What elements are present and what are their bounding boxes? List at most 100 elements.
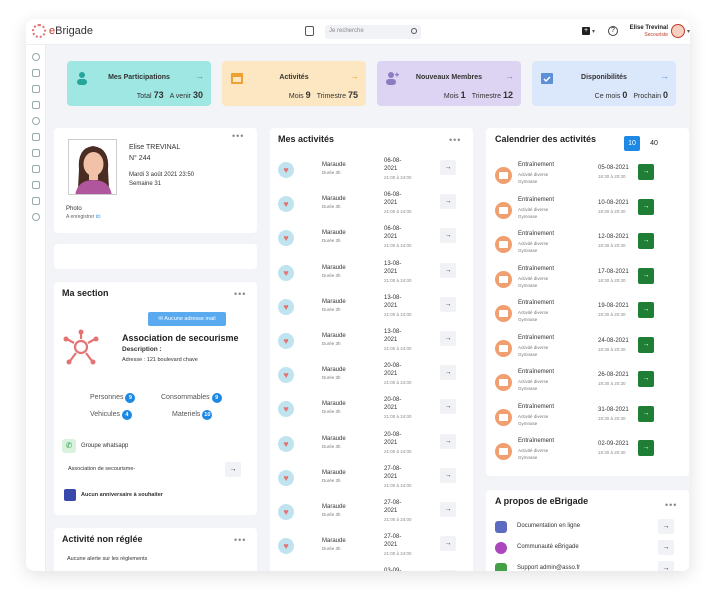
event-open-button[interactable]: → bbox=[638, 440, 654, 456]
activity-row[interactable]: ♥ Maraude Durée 3h 06-08-2021 21:00 à 24:00 → bbox=[278, 191, 460, 221]
sidebar-events-icon[interactable] bbox=[32, 85, 40, 93]
calendar-row[interactable]: Entraînement Activité diverse Gymnase 24-08… bbox=[495, 335, 679, 369]
about-item-documentation[interactable]: Documentation en ligne → bbox=[495, 519, 679, 537]
add-icon[interactable]: + bbox=[582, 27, 590, 35]
activity-open-button[interactable]: → bbox=[440, 262, 456, 278]
help-icon[interactable]: ? bbox=[608, 26, 618, 36]
arrow-right-icon[interactable]: → bbox=[505, 71, 514, 81]
page-size-40-button[interactable]: 40 bbox=[646, 136, 662, 151]
about-item-support[interactable]: Support admin@asso.fr → bbox=[495, 561, 679, 571]
arrow-right-icon[interactable]: → bbox=[195, 71, 204, 81]
calendar-row[interactable]: Entraînement Activité diverse Gymnase 31-08… bbox=[495, 404, 679, 438]
activity-row[interactable]: ♥ Maraude Durée 3h 20-08-2021 21:00 à 24:00 → bbox=[278, 396, 460, 426]
activity-row[interactable]: ♥ Maraude Durée 3h 27-08-2021 21:00 à 24:00 → bbox=[278, 465, 460, 495]
sidebar-mail-icon[interactable] bbox=[32, 165, 40, 173]
more-options-icon[interactable]: ••• bbox=[234, 289, 246, 299]
calendar-row[interactable]: Entraînement Activité diverse Gymnase 05-08… bbox=[495, 162, 679, 196]
arrow-right-icon[interactable]: → bbox=[658, 561, 674, 571]
sidebar-target-icon[interactable] bbox=[32, 117, 40, 125]
calendar-row[interactable]: Entraînement Activité diverse Gymnase 19-08… bbox=[495, 300, 679, 334]
count-materials[interactable]: Materiels 10 bbox=[172, 410, 213, 420]
calendar-row[interactable]: Entraînement Activité diverse Gymnase 17-08… bbox=[495, 266, 679, 300]
user-menu-chevron-icon[interactable]: ▾ bbox=[687, 28, 690, 35]
sidebar-document-icon[interactable] bbox=[32, 149, 40, 157]
sidebar-calendar-icon[interactable] bbox=[32, 69, 40, 77]
search-icon[interactable] bbox=[411, 28, 417, 34]
no-email-button[interactable]: ✉ Aucune adresse mail bbox=[148, 312, 226, 326]
activity-row[interactable]: ♥ Maraude Durée 3h 27-08-2021 21:00 à 24:00 → bbox=[278, 533, 460, 563]
calendar-row[interactable]: Entraînement Activité diverse Gymnase 02-09… bbox=[495, 438, 679, 472]
whatsapp-link[interactable]: Groupe whatsapp bbox=[81, 443, 128, 449]
about-item-community[interactable]: Communauté eBrigade → bbox=[495, 540, 679, 558]
calendar-row[interactable]: Entraînement Activité diverse Gymnase 26-08… bbox=[495, 369, 679, 403]
activity-row[interactable]: ♥ Maraude Durée 3h 13-08-2021 21:00 à 24:00 → bbox=[278, 294, 460, 324]
calendar-icon[interactable] bbox=[305, 26, 314, 36]
user-avatar[interactable] bbox=[671, 24, 685, 38]
activity-open-button[interactable]: → bbox=[440, 570, 456, 571]
association-link-button[interactable]: → bbox=[225, 462, 241, 477]
stat-card-new-members[interactable]: Nouveaux Membres → Mois 1 Trimestre 12 bbox=[377, 61, 521, 106]
heart-icon: ♥ bbox=[278, 504, 294, 520]
search-input[interactable]: Je recherche bbox=[325, 25, 421, 39]
stat-card-availability[interactable]: Disponibilités → Ce mois 0 Prochain 0 bbox=[532, 61, 676, 106]
activity-open-button[interactable]: → bbox=[440, 296, 456, 312]
activity-open-button[interactable]: → bbox=[440, 331, 456, 346]
stat-card-participations[interactable]: Mes Participations → Total 73 A venir 30 bbox=[67, 61, 211, 106]
activity-open-button[interactable]: → bbox=[440, 536, 456, 552]
calendar-row[interactable]: Entraînement Activité diverse Gymnase 12-08… bbox=[495, 231, 679, 265]
sidebar-truck-icon[interactable] bbox=[32, 197, 40, 205]
count-consumables[interactable]: Consommables 9 bbox=[161, 393, 222, 403]
event-open-button[interactable]: → bbox=[638, 233, 654, 249]
event-time: 18:30 à 20:30 bbox=[598, 415, 626, 421]
sidebar-list-icon[interactable] bbox=[32, 181, 40, 189]
more-options-icon[interactable]: ••• bbox=[232, 131, 244, 141]
photo-upload-link[interactable]: ici bbox=[96, 214, 101, 220]
arrow-right-icon[interactable]: → bbox=[658, 540, 674, 555]
activity-open-button[interactable]: → bbox=[440, 467, 456, 483]
activity-name: Maraude bbox=[322, 298, 346, 305]
activity-open-button[interactable]: → bbox=[440, 502, 456, 517]
app-logo[interactable]: eBrigade bbox=[32, 24, 93, 38]
activity-open-button[interactable]: → bbox=[440, 399, 456, 415]
activity-open-button[interactable]: → bbox=[440, 160, 456, 175]
chevron-down-icon[interactable]: ▾ bbox=[592, 28, 595, 35]
activity-row[interactable]: ♥MaraudeDurée 3h03-09-202121:00 à 24:00→ bbox=[278, 567, 460, 571]
event-open-button[interactable]: → bbox=[638, 198, 654, 215]
event-open-button[interactable]: → bbox=[638, 371, 654, 387]
arrow-right-icon[interactable]: → bbox=[350, 71, 359, 81]
sidebar-shield-icon[interactable] bbox=[32, 101, 40, 109]
event-open-button[interactable]: → bbox=[638, 267, 654, 284]
whatsapp-icon[interactable]: ✆ bbox=[62, 439, 76, 453]
arrow-right-icon[interactable]: → bbox=[658, 519, 674, 534]
activity-row[interactable]: ♥ Maraude Durée 3h 20-08-2021 21:00 à 24:00 → bbox=[278, 431, 460, 461]
count-persons[interactable]: Personnes 9 bbox=[90, 393, 136, 403]
activity-row[interactable]: ♥ Maraude Durée 3h 06-08-2021 21:00 à 24:00 → bbox=[278, 157, 460, 187]
activity-open-button[interactable]: → bbox=[440, 194, 456, 210]
event-open-button[interactable]: → bbox=[638, 336, 654, 353]
activity-open-button[interactable]: → bbox=[440, 433, 456, 449]
more-options-icon[interactable]: ••• bbox=[234, 535, 246, 545]
more-options-icon[interactable]: ••• bbox=[665, 500, 677, 510]
calendar-row[interactable]: Entraînement Activité diverse Gymnase 10-08… bbox=[495, 197, 679, 231]
more-options-icon[interactable]: ••• bbox=[449, 135, 461, 145]
arrow-right-icon[interactable]: → bbox=[660, 71, 669, 81]
activity-open-button[interactable]: → bbox=[440, 228, 456, 244]
activity-row[interactable]: ♥ Maraude Durée 3h 13-08-2021 21:00 à 24:00 → bbox=[278, 260, 460, 290]
activity-row[interactable]: ♥ Maraude Durée 3h 06-08-2021 21:00 à 24:00 → bbox=[278, 225, 460, 255]
sidebar-gear-icon[interactable] bbox=[32, 213, 40, 221]
heart-icon: ♥ bbox=[278, 435, 294, 452]
event-open-button[interactable]: → bbox=[638, 302, 654, 318]
stat-card-activities[interactable]: Activités → Mois 9 Trimestre 75 bbox=[222, 61, 366, 106]
activity-row[interactable]: ♥ Maraude Durée 3h 13-08-2021 21:00 à 24:00 → bbox=[278, 328, 460, 358]
event-open-button[interactable]: → bbox=[638, 405, 654, 422]
activity-duration: Durée 3h bbox=[322, 306, 341, 312]
count-vehicles[interactable]: Vehicules 4 bbox=[90, 410, 132, 420]
event-open-button[interactable]: → bbox=[638, 164, 654, 180]
sidebar-user-icon[interactable] bbox=[32, 53, 40, 61]
sidebar-chart-icon[interactable] bbox=[32, 133, 40, 141]
activity-row[interactable]: ♥ Maraude Durée 3h 27-08-2021 21:00 à 24:00 → bbox=[278, 499, 460, 529]
activity-row[interactable]: ♥ Maraude Durée 3h 20-08-2021 21:00 à 24:00 → bbox=[278, 362, 460, 392]
activity-open-button[interactable]: → bbox=[440, 365, 456, 381]
activity-name: Maraude bbox=[322, 333, 346, 339]
page-size-10-button[interactable]: 10 bbox=[624, 136, 640, 151]
